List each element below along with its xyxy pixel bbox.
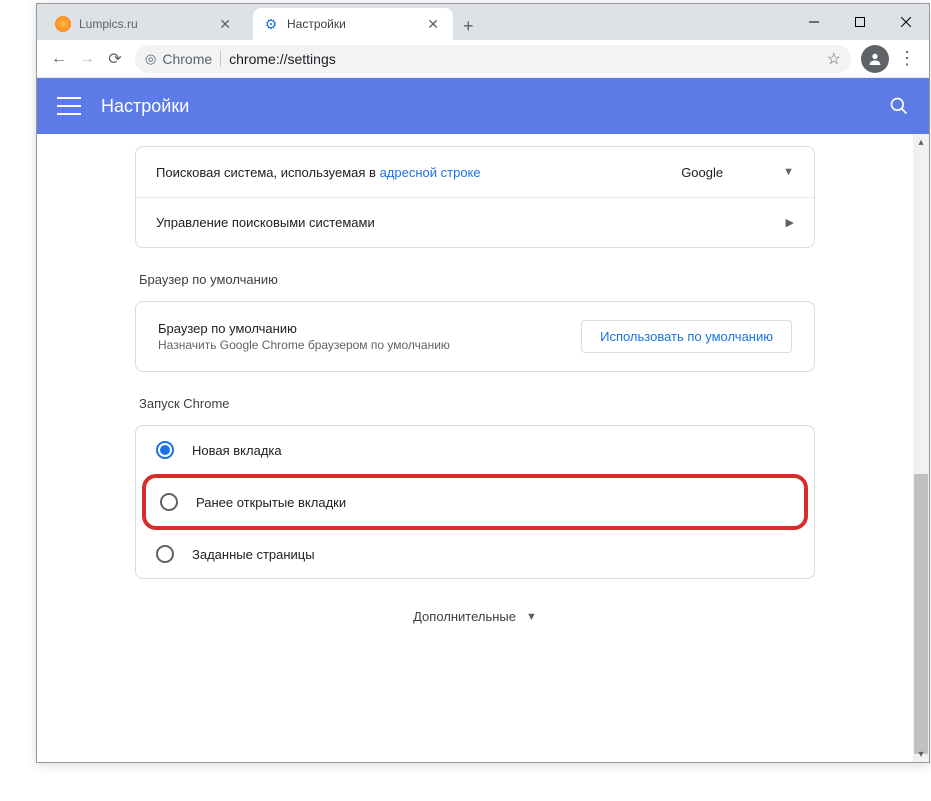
advanced-toggle[interactable]: Дополнительные ▼ [135,609,815,624]
close-window-button[interactable] [883,4,929,40]
omnibox-host: Chrome [162,51,221,67]
search-engine-row[interactable]: Поисковая система, используемая в адресн… [136,147,814,197]
settings-content: Поисковая система, используемая в адресн… [37,134,913,762]
manage-search-engines-label: Управление поисковыми системами [156,215,375,230]
search-icon[interactable] [889,96,909,116]
minimize-icon [809,17,819,27]
omnibox-path: chrome://settings [229,51,336,67]
back-button[interactable]: ← [45,45,73,73]
scrollbar-thumb[interactable] [914,474,928,754]
tab-title: Настройки [287,17,346,31]
default-browser-section-title: Браузер по умолчанию [135,272,815,287]
tab-favicon-settings: ⚙ [263,16,279,32]
scrollbar-track[interactable]: ▴ ▾ [913,134,929,762]
site-info-icon[interactable]: ◎ [145,51,156,67]
startup-option-newtab[interactable]: Новая вкладка [136,426,814,474]
advanced-label: Дополнительные [413,609,516,624]
titlebar: Lumpics.ru ✕ ⚙ Настройки ✕ + [37,4,929,40]
close-tab-icon[interactable]: ✕ [215,14,235,35]
startup-option-label: Новая вкладка [192,443,282,458]
startup-option-label: Заданные страницы [192,547,315,562]
radio-icon [156,441,174,459]
avatar-icon [867,51,883,67]
minimize-button[interactable] [791,4,837,40]
default-browser-subtitle: Назначить Google Chrome браузером по умо… [158,338,450,352]
close-tab-icon[interactable]: ✕ [423,14,443,35]
chrome-menu-button[interactable]: ⋮ [893,45,921,73]
search-engine-link: адресной строке [380,165,481,180]
forward-button[interactable]: → [73,45,101,73]
tab-title: Lumpics.ru [79,17,138,31]
page-title: Настройки [101,96,189,117]
default-browser-card: Браузер по умолчанию Назначить Google Ch… [135,301,815,372]
search-engine-card: Поисковая система, используемая в адресн… [135,146,815,248]
tab-lumpics[interactable]: Lumpics.ru ✕ [45,8,245,40]
search-engine-label: Поисковая система, используемая в [156,165,380,180]
settings-header: Настройки [37,78,929,134]
hamburger-menu-icon[interactable] [57,94,81,118]
set-default-browser-button[interactable]: Использовать по умолчанию [581,320,792,353]
maximize-icon [855,17,865,27]
chevron-right-icon: ▶ [786,216,794,229]
close-icon [901,17,911,27]
tab-settings[interactable]: ⚙ Настройки ✕ [253,8,453,40]
on-startup-section-title: Запуск Chrome [135,396,815,411]
reload-button[interactable]: ⟳ [101,45,129,73]
tab-favicon-lumpics [55,16,71,32]
chevron-down-icon: ▼ [526,611,537,623]
maximize-button[interactable] [837,4,883,40]
profile-button[interactable] [861,45,889,73]
search-engine-value[interactable]: Google [681,165,783,180]
radio-icon [160,493,178,511]
new-tab-button[interactable]: + [453,12,484,40]
startup-option-continue-highlight: Ранее открытые вкладки [142,474,808,530]
startup-option-label: Ранее открытые вкладки [196,495,346,510]
scroll-down-arrow-icon[interactable]: ▾ [913,746,929,762]
default-browser-title: Браузер по умолчанию [158,321,450,336]
omnibox[interactable]: ◎ Chrome chrome://settings ☆ [135,45,851,73]
address-bar: ← → ⟳ ◎ Chrome chrome://settings ☆ ⋮ [37,40,929,78]
dropdown-arrow-icon: ▼ [783,166,794,178]
manage-search-engines-row[interactable]: Управление поисковыми системами ▶ [136,197,814,247]
startup-option-continue[interactable]: Ранее открытые вкладки [146,478,804,526]
on-startup-card: Новая вкладка Ранее открытые вкладки Зад… [135,425,815,579]
radio-icon [156,545,174,563]
startup-option-specific[interactable]: Заданные страницы [136,530,814,578]
scroll-up-arrow-icon[interactable]: ▴ [913,134,929,150]
bookmark-star-icon[interactable]: ☆ [827,49,841,69]
